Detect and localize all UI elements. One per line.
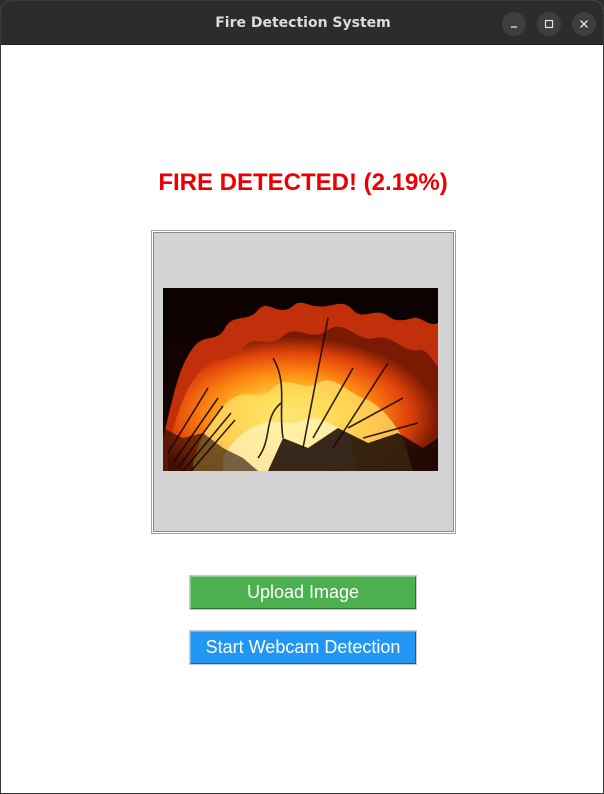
minimize-button[interactable] — [502, 12, 526, 36]
minimize-icon — [511, 26, 517, 28]
maximize-button[interactable] — [537, 12, 561, 36]
maximize-icon — [544, 19, 554, 29]
app-window: Fire Detection System FIRE DETECTED! (2.… — [0, 0, 604, 794]
image-preview-panel — [151, 230, 456, 534]
title-bar[interactable]: Fire Detection System — [1, 1, 603, 45]
fire-photo — [163, 288, 438, 471]
start-webcam-detection-button[interactable]: Start Webcam Detection — [189, 630, 417, 665]
close-icon — [580, 20, 588, 28]
detection-result-label: FIRE DETECTED! (2.19%) — [158, 169, 448, 196]
upload-image-button[interactable]: Upload Image — [189, 575, 417, 610]
close-button[interactable] — [572, 12, 596, 36]
